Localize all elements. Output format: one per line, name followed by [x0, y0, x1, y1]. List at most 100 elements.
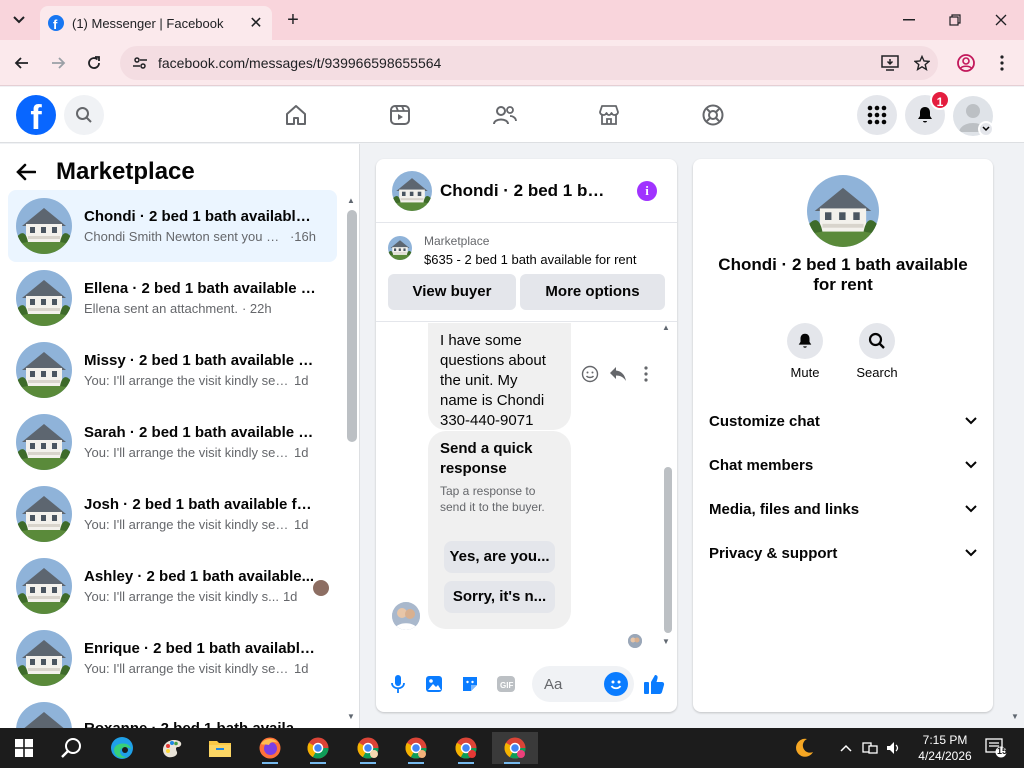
conversation-text: Enrique · 2 bed 1 bath available f... You… [84, 640, 316, 676]
conversation-item[interactable]: Ellena · 2 bed 1 bath available fo... Ell… [8, 262, 337, 334]
night-light-moon-icon[interactable] [792, 736, 816, 760]
search-button[interactable] [64, 95, 104, 135]
edge-browser-icon[interactable] [102, 732, 142, 764]
view-buyer-button[interactable]: View buyer [388, 274, 516, 310]
back-arrow-icon[interactable] [16, 158, 48, 186]
chrome-profile-2-icon[interactable] [348, 732, 388, 764]
gif-icon[interactable]: GIF [494, 672, 518, 696]
microphone-icon[interactable] [386, 672, 410, 696]
react-emoji-icon[interactable] [580, 364, 600, 384]
chrome-profile-4-icon[interactable] [446, 732, 486, 764]
search-label: Search [856, 365, 898, 380]
more-actions-icon[interactable] [636, 364, 656, 384]
menu-grid-icon[interactable] [857, 95, 897, 135]
mute-button[interactable]: Mute [775, 323, 835, 380]
svg-text:GIF: GIF [500, 681, 513, 690]
list-scroll-down-icon[interactable]: ▼ [347, 712, 355, 721]
chrome-profile-3-icon[interactable] [396, 732, 436, 764]
restore-button[interactable] [932, 0, 978, 40]
conversation-item[interactable]: Roxanne · 2 bed 1 bath available... [8, 694, 337, 728]
notification-center-icon[interactable]: 15 [984, 738, 1008, 758]
tab-close-icon[interactable]: ✕ [248, 13, 264, 33]
marketplace-label: Marketplace [424, 234, 490, 248]
conversation-text: Sarah · 2 bed 1 bath available fo... You:… [84, 424, 316, 460]
more-options-button[interactable]: More options [520, 274, 665, 310]
list-scrollbar-thumb[interactable] [347, 210, 357, 442]
media-files-links-row[interactable]: Media, files and links [709, 491, 977, 527]
quick-response-description: Tap a response to send it to the buyer. [440, 484, 545, 514]
conversation-preview: You: I'll arrange the visit kindly sen..… [84, 661, 290, 676]
conversation-item[interactable]: Sarah · 2 bed 1 bath available fo... You:… [8, 406, 337, 478]
conversation-item[interactable]: Missy · 2 bed 1 bath available fo... You:… [8, 334, 337, 406]
profile-icon[interactable] [954, 51, 978, 75]
message-input[interactable]: Aa [532, 666, 634, 702]
facebook-logo-icon[interactable]: f [16, 95, 56, 135]
reload-button[interactable] [82, 51, 106, 75]
conversation-item[interactable]: Enrique · 2 bed 1 bath available f... You… [8, 622, 337, 694]
tab-search-chevron-icon[interactable] [6, 8, 32, 32]
video-icon[interactable] [384, 99, 416, 131]
conversation-time: 1d [294, 445, 309, 460]
listing-price-title[interactable]: $635 - 2 bed 1 bath available for rent [424, 252, 636, 267]
network-icon[interactable] [862, 740, 878, 756]
install-app-icon[interactable] [874, 51, 906, 75]
search-conversation-button[interactable]: Search [847, 323, 907, 380]
show-hidden-icons-chevron-icon[interactable] [838, 740, 854, 756]
conversation-text: Ashley · 2 bed 1 bath available... You: I… [84, 568, 316, 604]
gaming-icon[interactable] [697, 99, 729, 131]
browser-menu-icon[interactable] [990, 51, 1014, 75]
taskbar-search-icon[interactable] [52, 732, 92, 764]
chat-title[interactable]: Chondi · 2 bed 1 bat... [440, 181, 612, 201]
conversation-item[interactable]: Ashley · 2 bed 1 bath available... You: I… [8, 550, 337, 622]
friends-icon[interactable] [489, 99, 521, 131]
paint-app-icon[interactable] [152, 732, 192, 764]
bookmark-star-icon[interactable] [906, 51, 938, 75]
windows-start-icon[interactable] [4, 732, 44, 764]
chat-scroll-up-icon[interactable]: ▲ [662, 323, 670, 332]
file-explorer-icon[interactable] [200, 732, 240, 764]
back-button[interactable] [10, 51, 34, 75]
mute-label: Mute [790, 365, 820, 380]
minimize-button[interactable] [886, 0, 932, 40]
conversation-item[interactable]: Chondi · 2 bed 1 bath available f... Chon… [8, 190, 337, 262]
site-settings-icon[interactable] [130, 53, 150, 73]
thumbs-up-icon[interactable] [642, 672, 666, 696]
chat-listing-photo[interactable] [392, 170, 432, 211]
volume-icon[interactable] [886, 740, 902, 756]
photo-attach-icon[interactable] [422, 672, 446, 696]
chat-scrollbar-thumb[interactable] [664, 467, 672, 633]
forward-button[interactable] [46, 51, 70, 75]
sticker-icon[interactable] [458, 672, 482, 696]
incoming-message-bubble[interactable]: I have some questions about the unit. My… [428, 323, 571, 430]
quick-reply-sorry-button[interactable]: Sorry, it's n... [444, 581, 555, 613]
conversation-preview: You: I'll arrange the visit kindly sen..… [84, 373, 290, 388]
home-icon[interactable] [280, 99, 312, 131]
privacy-support-row[interactable]: Privacy & support [709, 535, 977, 571]
list-scroll-up-icon[interactable]: ▲ [347, 196, 355, 205]
system-clock[interactable]: 7:15 PM 4/24/2026 [912, 732, 978, 764]
chat-members-row[interactable]: Chat members [709, 447, 977, 483]
close-window-button[interactable] [978, 0, 1024, 40]
new-tab-button[interactable]: + [282, 8, 304, 32]
listing-thumbnail [16, 198, 72, 254]
address-bar[interactable]: facebook.com/messages/t/939966598655564 [120, 46, 938, 80]
chrome-profile-5-icon[interactable] [492, 732, 538, 764]
conversation-item[interactable]: Josh · 2 bed 1 bath available for ... You… [8, 478, 337, 550]
page-scroll-down-icon[interactable]: ▼ [1011, 712, 1019, 721]
sender-avatar[interactable] [392, 602, 420, 630]
chrome-profile-1-icon[interactable] [298, 732, 338, 764]
listing-photo[interactable] [807, 175, 879, 247]
notification-count: 15 [997, 746, 1008, 756]
account-chevron-down-icon[interactable] [978, 121, 994, 137]
marketplace-icon[interactable] [593, 99, 625, 131]
search-icon [859, 323, 895, 359]
chat-scroll-down-icon[interactable]: ▼ [662, 637, 670, 646]
customize-chat-row[interactable]: Customize chat [709, 403, 977, 439]
info-icon[interactable]: i [637, 181, 657, 201]
quick-reply-yes-button[interactable]: Yes, are you... [444, 541, 555, 573]
firefox-icon[interactable] [250, 732, 290, 764]
browser-tab[interactable]: f (1) Messenger | Facebook ✕ [40, 6, 272, 40]
emoji-picker-icon[interactable] [604, 672, 628, 696]
conversation-name: Sarah · 2 bed 1 bath available fo... [84, 424, 316, 441]
reply-icon[interactable] [608, 364, 628, 384]
